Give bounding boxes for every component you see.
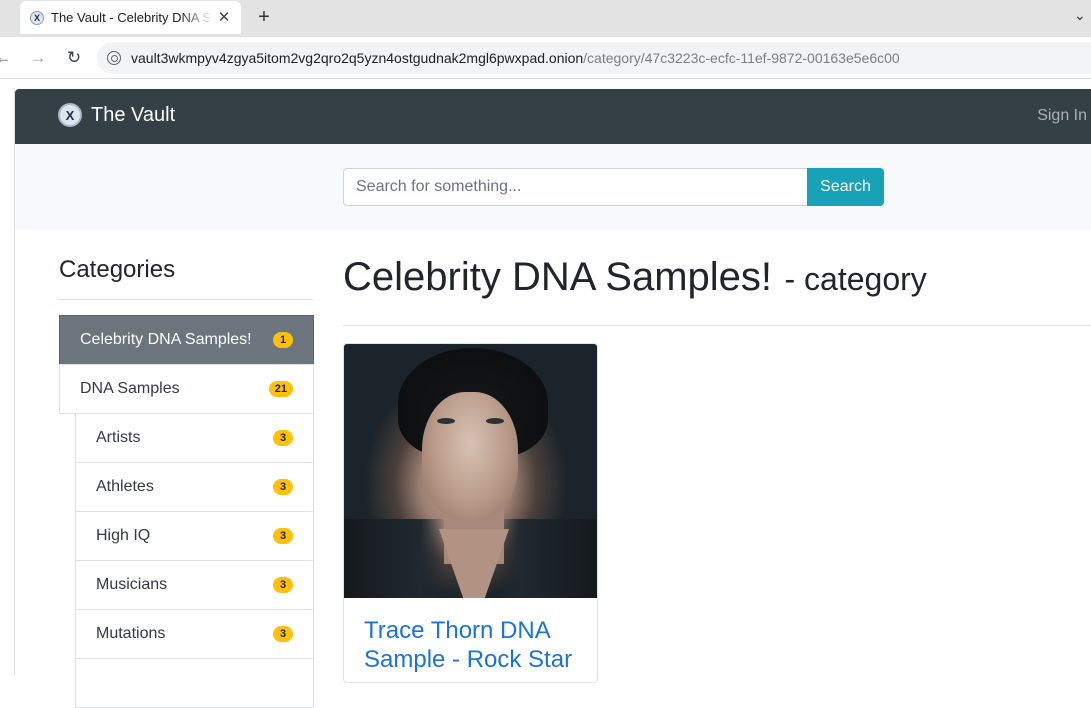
sidebar-item-artists[interactable]: Artists 3	[75, 413, 314, 463]
chevron-down-icon[interactable]: ⌄	[1074, 7, 1086, 24]
divider	[59, 299, 313, 300]
category-list: Celebrity DNA Samples! 1 DNA Samples 21 …	[59, 315, 314, 708]
product-card[interactable]: Trace Thorn DNA Sample - Rock Star	[343, 343, 598, 683]
product-title-link[interactable]: Trace Thorn DNA Sample - Rock Star	[364, 616, 584, 674]
close-tab-icon[interactable]: ✕	[217, 10, 231, 25]
sidebar-item-label: High IQ	[96, 527, 151, 544]
brand-link[interactable]: X The Vault	[58, 103, 175, 127]
url-host: vault3wkmpyv4zgya5itom2vg2qro2q5yzn4ostg…	[131, 50, 584, 66]
browser-tab[interactable]: X The Vault - Celebrity DNA Samples! ✕	[20, 1, 241, 34]
count-badge: 3	[273, 430, 293, 446]
search-input[interactable]	[343, 168, 808, 206]
tab-title: The Vault - Celebrity DNA Samples!	[51, 10, 213, 25]
reload-icon[interactable]: ↻	[63, 47, 85, 69]
search-button[interactable]: Search	[807, 168, 884, 206]
browser-toolbar: ← → ↻ vault3wkmpyv4zgya5itom2vg2qro2q5yz…	[0, 37, 1091, 79]
count-badge: 3	[273, 577, 293, 593]
sidebar-item-partial[interactable]	[75, 658, 314, 708]
count-badge: 3	[273, 479, 293, 495]
sidebar-item-high-iq[interactable]: High IQ 3	[75, 511, 314, 561]
sidebar-item-musicians[interactable]: Musicians 3	[75, 560, 314, 610]
categories-heading: Categories	[59, 256, 176, 283]
sidebar-item-mutations[interactable]: Mutations 3	[75, 609, 314, 659]
page-title: Celebrity DNA Samples! - category	[343, 255, 927, 300]
count-badge: 1	[273, 332, 293, 348]
category-title: Celebrity DNA Samples!	[343, 255, 773, 299]
sidebar-item-celebrity-dna-samples[interactable]: Celebrity DNA Samples! 1	[59, 315, 314, 365]
sidebar-item-label: Celebrity DNA Samples!	[80, 331, 252, 348]
new-tab-icon[interactable]: +	[254, 7, 274, 27]
page-viewport: X The Vault Sign In Search Categories Ce…	[14, 89, 1091, 708]
sidebar-item-label: Mutations	[96, 625, 166, 642]
count-badge: 21	[268, 381, 293, 397]
forward-arrow-icon[interactable]: →	[27, 47, 49, 69]
onion-site-icon[interactable]	[107, 51, 121, 65]
brand-name: The Vault	[91, 103, 176, 126]
url-path: /category/47c3223c-ecfc-11ef-9872-00163e…	[583, 50, 900, 66]
search-section: Search	[15, 144, 1091, 230]
product-image[interactable]	[344, 344, 597, 598]
sidebar-item-label: Musicians	[96, 576, 168, 593]
site-favicon-icon: X	[30, 10, 44, 25]
category-subtitle: - category	[784, 261, 927, 297]
divider	[343, 325, 1091, 326]
count-badge: 3	[273, 528, 293, 544]
sidebar-item-label: DNA Samples	[80, 380, 180, 397]
count-badge: 3	[273, 626, 293, 642]
sidebar-item-label: Artists	[96, 429, 141, 446]
back-arrow-icon[interactable]: ←	[0, 47, 14, 69]
address-bar[interactable]: vault3wkmpyv4zgya5itom2vg2qro2q5yzn4ostg…	[97, 42, 1091, 74]
sign-in-link[interactable]: Sign In	[1037, 107, 1087, 125]
sidebar-item-dna-samples[interactable]: DNA Samples 21	[59, 364, 314, 414]
sidebar-item-label: Athletes	[96, 478, 154, 495]
vault-logo-icon: X	[58, 103, 82, 127]
site-navbar: X The Vault Sign In	[15, 89, 1091, 144]
browser-tab-bar: X The Vault - Celebrity DNA Samples! ✕ +…	[0, 0, 1091, 37]
sidebar-item-athletes[interactable]: Athletes 3	[75, 462, 314, 512]
